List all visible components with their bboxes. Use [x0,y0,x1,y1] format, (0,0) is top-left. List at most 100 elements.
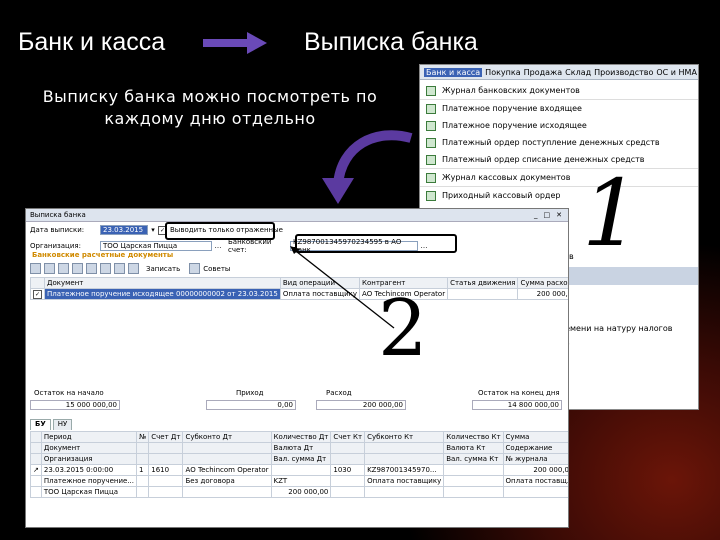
menu-purchase[interactable]: Покупка [485,68,520,77]
menu-item-outgoing-payment[interactable]: Платежное поручение исходящее [420,117,698,134]
tab-accounting[interactable]: БУ [30,419,51,430]
bank-account-label: Банковский счет: [228,238,272,254]
column-header[interactable]: № журнала [502,453,568,465]
menu-bar: Банк и касса Покупка Продажа Склад Произ… [420,65,698,80]
cell-blank [364,486,445,498]
document-icon [426,103,436,114]
window-titlebar: Выписка банка _ □ ✕ [26,209,568,222]
entry-icon-blank [30,486,42,498]
opening-balance-label: Остаток на начало [34,389,104,397]
entries-header-row: Период № Счет Дт Субконто Дт Количество … [30,431,568,443]
copy-icon[interactable] [44,263,55,274]
column-header[interactable]: Количество Кт [443,431,504,443]
curved-arrow-icon [322,130,413,204]
maximize-icon[interactable]: □ [544,211,551,219]
menu-item-payment-order-in[interactable]: Платежный ордер поступление денежных сре… [420,134,698,151]
cell-currency: KZT [270,475,332,487]
column-header [330,442,366,454]
menu-bank-and-cash[interactable]: Банк и касса [424,67,483,77]
document-icon [426,120,436,131]
header-blank [30,453,42,465]
ledger-tabs: БУ НУ [30,419,73,430]
highlight-date-box [165,222,275,240]
document-icon [426,154,436,165]
cell-number: 1 [135,464,150,476]
menu-production[interactable]: Производство [594,68,653,77]
menu-item-cash-journal[interactable]: Журнал кассовых документов [420,168,698,186]
calendar-icon[interactable]: ▾ [148,226,158,234]
journal-icon [426,85,436,96]
select-icon[interactable]: … [212,242,224,250]
menu-item-incoming-payment[interactable]: Платежное поручение входящее [420,99,698,117]
section-title-documents: Банковские расчетные документы [32,251,174,259]
table-row[interactable]: ТОО Царская Пицца 200 000,00 [30,486,568,498]
column-header[interactable]: Вал. сумма Дт [270,453,332,465]
cell-document: Платежное поручение... [40,475,137,487]
entries-header-row-2: Документ Валюта Дт Валюта Кт Содержание [30,442,568,454]
post-button[interactable]: Записать [146,265,180,273]
cell-debit-account: 1610 [148,464,184,476]
column-header[interactable]: Счет Дт [148,431,184,443]
header-check-column [30,277,45,289]
cell-blank [443,486,504,498]
cell-organization: ТОО Царская Пицца [40,486,137,498]
cell-debit-subconto: АО Techincom Operator [182,464,272,476]
refresh-icon[interactable] [128,263,139,274]
minimize-icon[interactable]: _ [534,211,538,219]
arrow-right-icon [203,32,267,54]
cell-sum: 200 000,00 [502,464,568,476]
tips-button[interactable]: Советы [203,265,230,273]
documents-toolbar: Записать Советы [30,263,230,274]
column-header[interactable]: Вал. сумма Кт [443,453,504,465]
organization-field[interactable]: ТОО Царская Пицца [100,241,212,251]
post-icon[interactable] [86,263,97,274]
cell-document[interactable]: Платежное поручение исходящее 0000000000… [44,288,281,300]
table-row[interactable]: Платежное поручение... Без договора KZT … [30,475,568,487]
column-header[interactable]: Валюта Дт [270,442,332,454]
cell-period: 23.03.2015 0:00:00 [40,464,137,476]
cell-amount: 200 000,00 [517,288,568,300]
cell-content: Оплата поставщ... [502,475,568,487]
cell-blank [182,486,272,498]
window-title: Выписка банка [30,211,86,219]
column-header[interactable]: Период [40,431,137,443]
column-header[interactable]: Валюта Кт [443,442,504,454]
column-header[interactable]: Сумма [502,431,568,443]
column-header[interactable]: Документ [40,442,137,454]
row-checkbox[interactable]: ✓ [30,288,45,300]
cell-cash-flow-item [447,288,519,300]
menu-sales[interactable]: Продажа [524,68,563,77]
close-icon[interactable]: ✕ [556,211,562,219]
menu-fixed-assets[interactable]: ОС и НМА [656,68,697,77]
closing-balance-label: Остаток на конец дня [478,389,560,397]
column-header [364,442,445,454]
menu-item-payment-order-out[interactable]: Платежный ордер списание денежных средст… [420,151,698,168]
column-header[interactable]: Содержание [502,442,568,454]
unpost-icon[interactable] [100,263,111,274]
cell-blank [148,486,184,498]
filter-icon[interactable] [114,263,125,274]
column-header[interactable]: Сумма расхода [517,277,568,289]
edit-icon[interactable] [58,263,69,274]
tab-tax[interactable]: НУ [52,419,73,430]
closing-balance-field: 14 800 000,00 [472,400,562,410]
column-header[interactable]: Документ [44,277,281,289]
date-field[interactable]: 23.03.2015 [100,225,148,235]
menu-item-cash-receipt[interactable]: Приходный кассовый ордер [420,186,698,204]
tips-icon[interactable] [189,263,201,274]
column-header[interactable]: Количество Дт [270,431,332,443]
menu-item-bank-journal[interactable]: Журнал банковских документов [420,82,698,99]
column-header[interactable]: Счет Кт [330,431,366,443]
column-header [148,442,184,454]
column-header[interactable]: Статья движения [447,277,519,289]
delete-icon[interactable] [72,263,83,274]
add-icon[interactable] [30,263,41,274]
column-header[interactable]: № [135,431,150,443]
column-header[interactable]: Организация [40,453,137,465]
menu-warehouse[interactable]: Склад [565,68,591,77]
column-header[interactable]: Субконто Дт [182,431,272,443]
column-header [330,453,366,465]
cell-credit-qty [443,464,504,476]
table-row[interactable]: ↗ 23.03.2015 0:00:00 1 1610 АО Techincom… [30,464,568,476]
column-header[interactable]: Субконто Кт [364,431,445,443]
